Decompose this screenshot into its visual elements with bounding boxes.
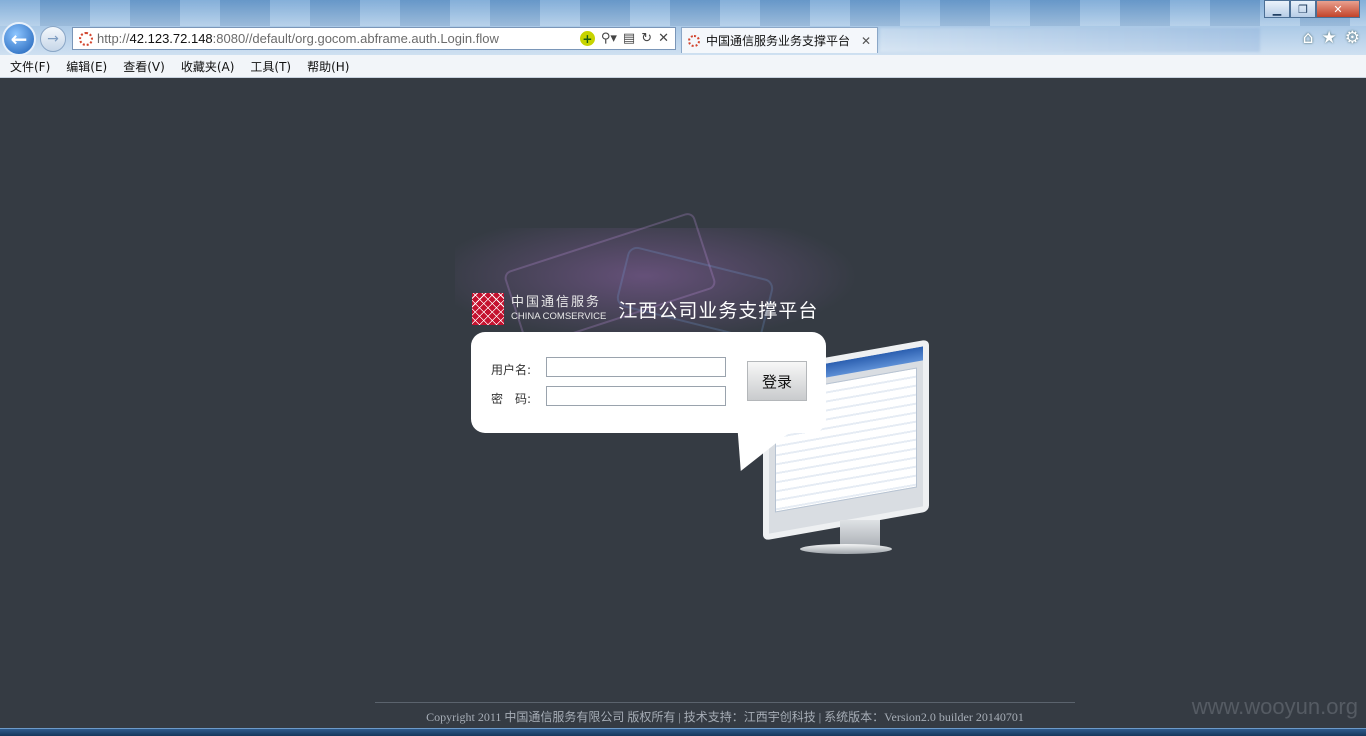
menu-edit[interactable]: 编辑(E) bbox=[66, 58, 107, 75]
password-input[interactable] bbox=[546, 386, 726, 406]
logo-chinese: 中国通信服务 bbox=[511, 295, 602, 310]
tab-other-blurred[interactable] bbox=[880, 28, 1260, 52]
url-prefix: http:// bbox=[97, 31, 130, 46]
stop-icon[interactable]: ✕ bbox=[658, 31, 669, 46]
username-label: 用户名: bbox=[491, 363, 532, 377]
menu-view[interactable]: 查看(V) bbox=[123, 58, 165, 75]
tab-login[interactable]: 中国通信服务业务支撑平台 ✕ bbox=[681, 27, 878, 53]
footer-copyright: Copyright 2011 中国通信服务有限公司 版权所有 | 技术支持：江西… bbox=[426, 710, 1024, 724]
username-input[interactable] bbox=[546, 357, 726, 377]
minimize-icon[interactable]: ▁ bbox=[1264, 0, 1290, 18]
compatibility-view-icon[interactable]: + bbox=[579, 31, 595, 46]
monitor-base bbox=[800, 544, 892, 554]
app-title: 江西公司业务支撑平台 bbox=[618, 299, 819, 322]
address-url[interactable]: http://42.123.72.148:8080//default/org.g… bbox=[97, 31, 580, 46]
browser-chrome: ▁ ❐ ✕ ← → http://42.123.72.148:8080//def… bbox=[0, 0, 1366, 56]
watermark: www.wooyun.org bbox=[1191, 694, 1358, 719]
window-controls: ▁ ❐ ✕ bbox=[1264, 0, 1360, 18]
favorites-star-icon[interactable]: ★ bbox=[1322, 28, 1337, 48]
forward-arrow-icon: → bbox=[47, 31, 59, 47]
tab-title: 中国通信服务业务支撑平台 bbox=[706, 34, 851, 48]
address-bar[interactable]: http://42.123.72.148:8080//default/org.g… bbox=[72, 27, 676, 50]
password-label: 密 码: bbox=[491, 392, 532, 406]
url-rest: :8080//default/org.gocom.abframe.auth.Lo… bbox=[212, 31, 499, 46]
settings-gear-icon[interactable]: ⚙ bbox=[1345, 28, 1360, 48]
address-actions: + ⚲▾ ▤ ↻ ✕ bbox=[579, 31, 675, 46]
refresh-icon[interactable]: ↻ bbox=[641, 31, 652, 46]
search-icon[interactable]: ⚲▾ bbox=[601, 31, 617, 46]
os-taskbar bbox=[0, 728, 1366, 736]
logo-text: 中国通信服务 CHINA COMSERVICE bbox=[511, 295, 606, 323]
menu-file[interactable]: 文件(F) bbox=[10, 58, 50, 75]
url-host: 42.123.72.148 bbox=[129, 31, 213, 46]
menu-help[interactable]: 帮助(H) bbox=[307, 58, 349, 75]
tab-favicon-icon bbox=[688, 34, 700, 47]
back-button[interactable]: ← bbox=[2, 22, 36, 56]
brand-header: 中国通信服务 CHINA COMSERVICE 江西公司业务支撑平台 bbox=[472, 293, 818, 325]
restore-icon[interactable]: ❐ bbox=[1290, 0, 1316, 18]
login-button[interactable]: 登录 bbox=[747, 361, 807, 401]
home-icon[interactable]: ⌂ bbox=[1303, 28, 1314, 48]
close-icon[interactable]: ✕ bbox=[1316, 0, 1360, 18]
forward-button[interactable]: → bbox=[40, 26, 66, 52]
tab-close-icon[interactable]: ✕ bbox=[861, 34, 871, 48]
menu-favorites[interactable]: 收藏夹(A) bbox=[181, 58, 235, 75]
footer-divider bbox=[375, 702, 1075, 703]
china-comservice-logo-icon bbox=[472, 293, 504, 325]
logo-english: CHINA COMSERVICE bbox=[511, 311, 607, 322]
back-arrow-icon: ← bbox=[10, 27, 28, 51]
menu-bar: 文件(F) 编辑(E) 查看(V) 收藏夹(A) 工具(T) 帮助(H) bbox=[0, 55, 1366, 78]
menu-tools[interactable]: 工具(T) bbox=[250, 58, 291, 75]
page-icon[interactable]: ▤ bbox=[623, 31, 635, 46]
site-favicon-icon bbox=[79, 31, 93, 46]
browser-toolbar-icons: ⌂ ★ ⚙ bbox=[1303, 28, 1360, 48]
